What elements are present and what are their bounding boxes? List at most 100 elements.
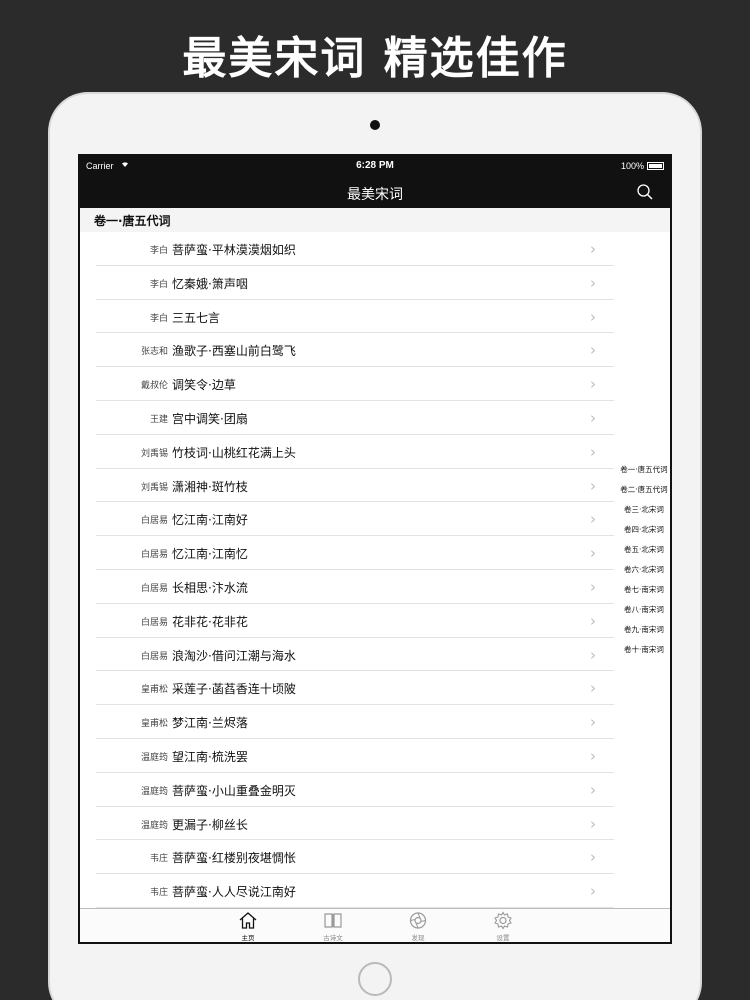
poem-title: 梦江南·兰烬落 [172,716,248,731]
chevron-right-icon: › [590,408,596,427]
section-index-item[interactable]: 卷六·北宋词 [614,560,670,580]
section-index-item[interactable]: 卷五·北宋词 [614,540,670,560]
poem-row[interactable]: 李白 菩萨蛮·平林漠漠烟如织 › [80,232,670,266]
section-index-item[interactable]: 卷九·南宋词 [614,620,670,640]
status-time: 6:28 PM [356,160,394,171]
chevron-right-icon: › [590,746,596,765]
chevron-right-icon: › [590,544,596,563]
poem-row[interactable]: 刘禹锡 潇湘神·斑竹枝 › [80,469,670,503]
navigation-bar: 最美宋词 [80,178,670,208]
poem-row[interactable]: 韦庄 菩萨蛮·红楼别夜堪惆怅 › [80,840,670,874]
chevron-right-icon: › [590,577,596,596]
poem-author: 刘禹锡 [140,482,168,493]
battery-percent: 100% [620,161,644,171]
poem-author: 戴叔伦 [140,381,168,392]
poem-author: 张志和 [140,347,168,358]
chevron-right-icon: › [590,476,596,495]
poem-title: 花非花·花非花 [172,614,248,629]
poem-title: 采莲子·菡萏香连十顷陂 [172,682,296,697]
poem-row[interactable]: 皇甫松 采莲子·菡萏香连十顷陂 › [80,671,670,705]
tab-discover[interactable]: 发现 [393,911,443,942]
status-bar: Carrier 6:28 PM 100% [80,156,670,178]
poem-title: 渔歌子·西塞山前白鹭飞 [172,344,296,359]
chevron-right-icon: › [590,679,596,698]
promo-title: 最美宋词 精选佳作 [182,33,568,84]
chevron-right-icon: › [590,611,596,630]
section-index-item[interactable]: 卷八·南宋词 [614,600,670,620]
poem-row[interactable]: 刘禹锡 竹枝词·山桃红花满上头 › [80,435,670,469]
camera-dot [370,120,380,130]
home-button[interactable] [358,962,392,996]
poem-title: 调笑令·边草 [172,378,236,393]
poem-author: 温庭筠 [140,752,168,763]
gear-icon [494,911,512,930]
chevron-right-icon: › [590,645,596,664]
section-index-item[interactable]: 卷一·唐五代词 [614,460,670,480]
poem-row[interactable]: 白居易 花非花·花非花 › [80,604,670,638]
poem-row[interactable]: 戴叔伦 调笑令·边草 › [80,367,670,401]
poem-row[interactable]: 温庭筠 菩萨蛮·小山重叠金明灭 › [80,773,670,807]
poem-row[interactable]: 白居易 长相思·汴水流 › [80,570,670,604]
poem-author: 白居易 [140,550,168,561]
poem-row[interactable]: 皇甫松 梦江南·兰烬落 › [80,705,670,739]
poem-row[interactable]: 温庭筠 望江南·梳洗罢 › [80,739,670,773]
chevron-right-icon: › [590,848,596,867]
poem-list: 李白 菩萨蛮·平林漠漠烟如织 › 李白 忆秦娥·箫声咽 › 李白 三五七言 › 张志和 渔歌子·西塞… [80,232,670,908]
poem-title: 菩萨蛮·小山重叠金明灭 [172,783,296,798]
chevron-right-icon: › [590,814,596,833]
poem-title: 忆秦娥·箫声咽 [172,276,248,291]
section-index-item[interactable]: 卷七·南宋词 [614,580,670,600]
poem-row[interactable]: 白居易 忆江南·江南忆 › [80,536,670,570]
tab-home-label: 主页 [241,934,255,942]
tab-bar: 主页 古诗文 发现 设置 [80,908,670,942]
tab-settings[interactable]: 设置 [478,911,528,942]
poem-title: 菩萨蛮·红楼别夜堪惆怅 [172,851,296,866]
poem-title: 菩萨蛮·平林漠漠烟如织 [172,243,296,257]
app-screen: Carrier 6:28 PM 100% 最美宋词 卷一·唐五代词 李白 菩萨蛮·… [78,154,672,944]
section-index-item[interactable]: 卷十·南宋词 [614,640,670,660]
chevron-right-icon: › [590,442,596,461]
poem-author: 李白 [149,313,168,324]
poem-author: 皇甫松 [140,719,168,730]
poem-author: 白居易 [140,516,168,527]
section-header: 卷一·唐五代词 [80,208,670,232]
section-index-item[interactable]: 卷三·北宋词 [614,500,670,520]
poem-row[interactable]: 白居易 浪淘沙·借问江潮与海水 › [80,638,670,672]
tab-classics-label: 古诗文 [323,934,343,942]
poem-author: 李白 [149,246,168,256]
poem-author: 白居易 [140,617,168,628]
battery-icon [647,162,664,170]
poem-author: 李白 [149,279,168,290]
poem-row[interactable]: 韦庄 菩萨蛮·人人尽说江南好 › [80,874,670,908]
section-index: 卷一·唐五代词 卷二·唐五代词 卷三·北宋词 卷四·北宋词 卷五·北宋词 卷六·北宋词 卷七… [614,460,670,660]
chevron-right-icon: › [590,713,596,732]
poem-author: 韦庄 [149,888,168,899]
chevron-right-icon: › [590,273,596,292]
poem-title: 潇湘神·斑竹枝 [172,479,248,494]
poem-row[interactable]: 白居易 忆江南·江南好 › [80,502,670,536]
poem-author: 白居易 [140,651,168,662]
poem-row[interactable]: 李白 忆秦娥·箫声咽 › [80,266,670,300]
chevron-right-icon: › [590,882,596,901]
search-icon[interactable] [636,183,654,201]
poem-author: 温庭筠 [140,820,168,831]
chevron-right-icon: › [590,341,596,360]
section-index-item[interactable]: 卷四·北宋词 [614,520,670,540]
poem-row[interactable]: 李白 三五七言 › [80,300,670,334]
poem-title: 长相思·汴水流 [172,580,248,595]
chevron-right-icon: › [590,375,596,394]
poem-row[interactable]: 王建 宫中调笑·团扇 › [80,401,670,435]
poem-title: 更漏子·柳丝长 [172,817,248,832]
poem-row[interactable]: 张志和 渔歌子·西塞山前白鹭飞 › [80,333,670,367]
poem-title: 菩萨蛮·人人尽说江南好 [172,885,296,900]
poem-author: 温庭筠 [140,786,168,797]
tab-home[interactable]: 主页 [223,911,273,942]
section-index-item[interactable]: 卷二·唐五代词 [614,480,670,500]
poem-title: 三五七言 [172,310,221,325]
poem-row[interactable]: 温庭筠 更漏子·柳丝长 › [80,807,670,841]
tab-classics[interactable]: 古诗文 [308,911,358,942]
poem-title: 忆江南·江南忆 [172,547,248,562]
poem-title: 望江南·梳洗罢 [172,749,248,764]
poem-title: 浪淘沙·借问江潮与海水 [172,648,296,663]
tab-settings-label: 设置 [496,934,510,942]
